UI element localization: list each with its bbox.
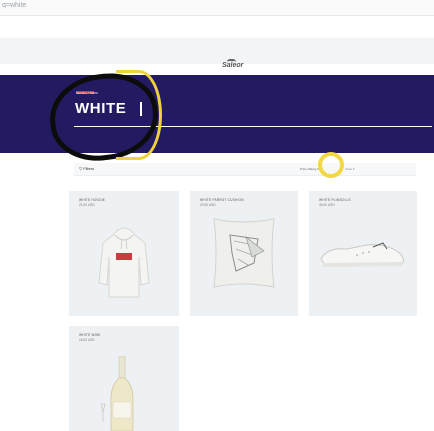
cushion-image (213, 218, 275, 288)
address-bar[interactable]: q=white (0, 0, 434, 16)
product-card[interactable]: White Hoodie 21.00 USD (69, 191, 179, 316)
product-name: White Wine (79, 333, 101, 337)
product-price: 20.00 USD (200, 203, 216, 207)
product-name: White Plimsolls (319, 198, 351, 202)
logo[interactable]: Saleor (222, 62, 243, 69)
wine-bottle-image (100, 356, 134, 431)
annotation-arc-yellow (116, 70, 162, 160)
clear-button[interactable]: Clear ▾ (345, 167, 355, 171)
product-price: 16.00 USD (79, 338, 95, 342)
product-name: White Hoodie (79, 198, 106, 202)
header-strip (0, 38, 434, 64)
sort-button[interactable]: Price Rating ▾ (300, 167, 319, 171)
address-text: q=white (2, 2, 27, 9)
product-price: 21.00 USD (79, 203, 95, 207)
annotation-circle-yellow (318, 152, 344, 178)
product-card[interactable]: White Plimsolls 40.00 USD (309, 191, 417, 316)
product-name: White Parrot Cushion (200, 198, 244, 202)
product-card[interactable]: White Parrot Cushion 20.00 USD (190, 191, 298, 316)
plimsolls-image (320, 242, 404, 267)
hoodie-image (98, 227, 150, 298)
filter-bar (74, 163, 416, 176)
product-price: 40.00 USD (319, 203, 335, 207)
product-card[interactable]: White Wine 16.00 USD (69, 326, 179, 431)
filters-button[interactable]: ▽ Filters (79, 166, 94, 171)
